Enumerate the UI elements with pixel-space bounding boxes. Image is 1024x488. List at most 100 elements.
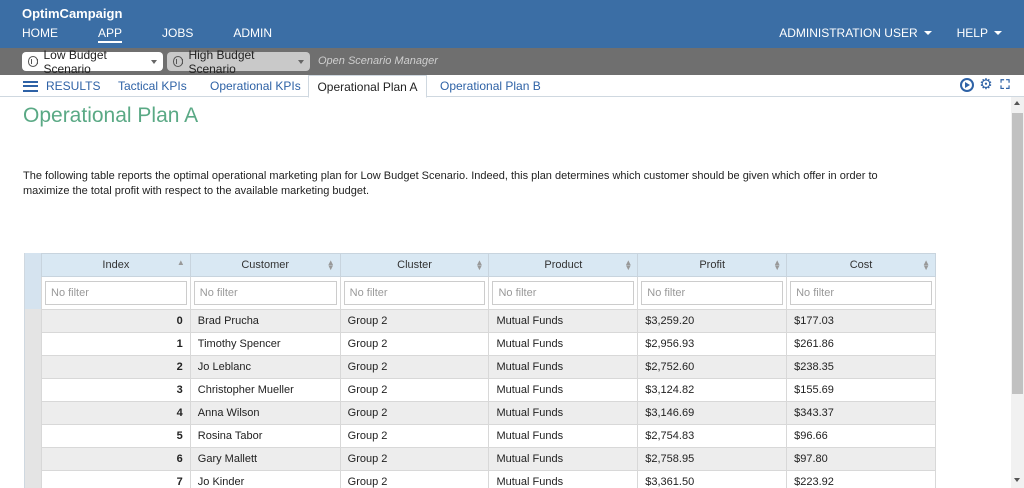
cell-index: 3 (41, 378, 191, 402)
column-header-index[interactable]: Index ▲ (41, 253, 191, 277)
play-icon[interactable] (960, 78, 974, 92)
table-row[interactable]: 1 Timothy Spencer Group 2 Mutual Funds $2,95… (41, 332, 936, 356)
scroll-down-icon[interactable] (1014, 478, 1020, 482)
table-row[interactable]: 0 Brad Prucha Group 2 Mutual Funds $3,259.20… (41, 309, 936, 333)
column-header-cost[interactable]: Cost ▲ ▼ (786, 253, 936, 277)
scroll-up-icon[interactable] (1014, 101, 1020, 105)
app-title: OptimCampaign (22, 6, 123, 21)
nav-jobs[interactable]: JOBS (162, 26, 193, 43)
open-scenario-manager-link[interactable]: Open Scenario Manager (318, 55, 438, 67)
column-header-customer[interactable]: Customer ▲ ▼ (189, 253, 341, 277)
nav-app[interactable]: APP (98, 26, 123, 43)
table-row[interactable]: 3 Christopher Mueller Group 2 Mutual Funds $… (41, 378, 936, 402)
right-nav: ADMINISTRATION USER HELP (754, 26, 1002, 40)
filter-cell (786, 276, 936, 310)
top-navbar: OptimCampaign HOME APP JOBS ADMIN ADMINI… (0, 0, 1024, 48)
filter-input-customer[interactable] (193, 281, 337, 305)
sort-icon[interactable]: ▲ ▼ (922, 259, 930, 272)
scenario-selector-low[interactable]: Low Budget Scenario (22, 48, 163, 76)
cell-customer: Brad Prucha (189, 309, 341, 333)
user-menu-label: ADMINISTRATION USER (779, 26, 918, 40)
tab-results[interactable]: RESULTS (23, 75, 100, 97)
tab-operational-plan-a[interactable]: Operational Plan A (308, 75, 427, 98)
row-header-column (25, 253, 41, 488)
cell-index: 1 (41, 332, 191, 356)
cell-cluster: Group 2 (339, 424, 490, 448)
scenario-selector-high[interactable]: High Budget Scenario (167, 48, 310, 76)
filter-input-cluster[interactable] (343, 281, 486, 305)
table-filter-row (41, 276, 936, 310)
help-menu[interactable]: HELP (957, 26, 1002, 40)
column-header-label: Cluster (397, 259, 432, 271)
sort-icon[interactable]: ▲ ▼ (624, 259, 632, 272)
cell-customer: Rosina Tabor (189, 424, 341, 448)
cell-cost: $177.03 (786, 309, 936, 333)
caret-down-icon (994, 31, 1002, 35)
filter-input-profit[interactable] (641, 281, 784, 305)
cell-index: 4 (41, 401, 191, 425)
sort-icon[interactable]: ▲ ▼ (327, 259, 335, 272)
page-description: The following table reports the optimal … (23, 170, 878, 197)
sort-icon[interactable]: ▲ ▼ (476, 259, 484, 272)
scenario-label: Low Budget Scenario (43, 47, 107, 76)
cell-cluster: Group 2 (339, 332, 490, 356)
tab-operational-plan-b[interactable]: Operational Plan B (440, 75, 541, 97)
scenario-icon (173, 56, 184, 67)
user-menu[interactable]: ADMINISTRATION USER (779, 26, 932, 40)
tab-tactical-kpis[interactable]: Tactical KPIs (118, 75, 187, 97)
cell-index: 7 (41, 470, 191, 488)
tab-operational-kpis[interactable]: Operational KPIs (210, 75, 301, 97)
cell-profit: $3,146.69 (637, 401, 788, 425)
scenario-bar: Low Budget Scenario High Budget Scenario (0, 48, 1024, 76)
cell-customer: Gary Mallett (189, 447, 341, 471)
cell-product: Mutual Funds (488, 309, 639, 333)
table-grid: Index ▲ Customer ▲ ▼ Cluster ▲ ▼ Product ▲ ▼ Profit… (41, 253, 936, 488)
table-row[interactable]: 7 Jo Kinder Group 2 Mutual Funds $3,361.50 $2… (41, 470, 936, 488)
toolbar-icons: ⚙ ⛶ (960, 77, 1012, 92)
nav-admin[interactable]: ADMIN (233, 26, 272, 43)
cell-index: 5 (41, 424, 191, 448)
filter-cell (189, 276, 341, 310)
gear-icon[interactable]: ⚙ (979, 77, 993, 92)
table-row[interactable]: 2 Jo Leblanc Group 2 Mutual Funds $2,752.60 $… (41, 355, 936, 379)
column-header-product[interactable]: Product ▲ ▼ (488, 253, 639, 277)
column-header-profit[interactable]: Profit ▲ ▼ (637, 253, 788, 277)
filter-input-index[interactable] (45, 281, 187, 305)
cell-cost: $155.69 (786, 378, 936, 402)
sort-ascending-icon[interactable]: ▲ (177, 259, 185, 267)
cell-profit: $3,124.82 (637, 378, 788, 402)
filter-cell (339, 276, 490, 310)
tab-bar: RESULTS Tactical KPIs Operational KPIs O… (0, 75, 1024, 98)
filter-input-cost[interactable] (790, 281, 932, 305)
cell-cost: $96.66 (786, 424, 936, 448)
cell-profit: $3,259.20 (637, 309, 788, 333)
caret-down-icon (923, 31, 932, 35)
table-row[interactable]: 4 Anna Wilson Group 2 Mutual Funds $3,146.69… (41, 401, 936, 425)
nav-home[interactable]: HOME (22, 26, 58, 43)
cell-customer: Jo Kinder (189, 470, 341, 488)
cell-cost: $343.37 (786, 401, 936, 425)
chevron-down-icon (151, 59, 157, 64)
cell-cost: $261.86 (786, 332, 936, 356)
filter-cell (637, 276, 788, 310)
filter-input-product[interactable] (492, 281, 635, 305)
cell-cluster: Group 2 (339, 401, 490, 425)
cell-product: Mutual Funds (488, 424, 639, 448)
cell-cluster: Group 2 (339, 470, 490, 488)
cell-product: Mutual Funds (488, 355, 639, 379)
sort-icon[interactable]: ▲ ▼ (773, 259, 781, 272)
table-row[interactable]: 5 Rosina Tabor Group 2 Mutual Funds $2,754.8… (41, 424, 936, 448)
main-nav: HOME APP JOBS ADMIN (22, 26, 312, 43)
column-header-label: Index (102, 259, 130, 271)
vertical-scrollbar[interactable] (1011, 97, 1024, 488)
page-title: Operational Plan A (23, 104, 199, 127)
column-header-label: Profit (699, 259, 726, 271)
menu-icon (23, 80, 38, 92)
column-header-cluster[interactable]: Cluster ▲ ▼ (339, 253, 490, 277)
fullscreen-icon[interactable]: ⛶ (998, 78, 1012, 92)
cell-product: Mutual Funds (488, 470, 639, 488)
scrollbar-thumb[interactable] (1012, 113, 1023, 394)
cell-profit: $2,956.93 (637, 332, 788, 356)
chevron-down-icon (298, 59, 304, 64)
table-row[interactable]: 6 Gary Mallett Group 2 Mutual Funds $2,758.9… (41, 447, 936, 471)
